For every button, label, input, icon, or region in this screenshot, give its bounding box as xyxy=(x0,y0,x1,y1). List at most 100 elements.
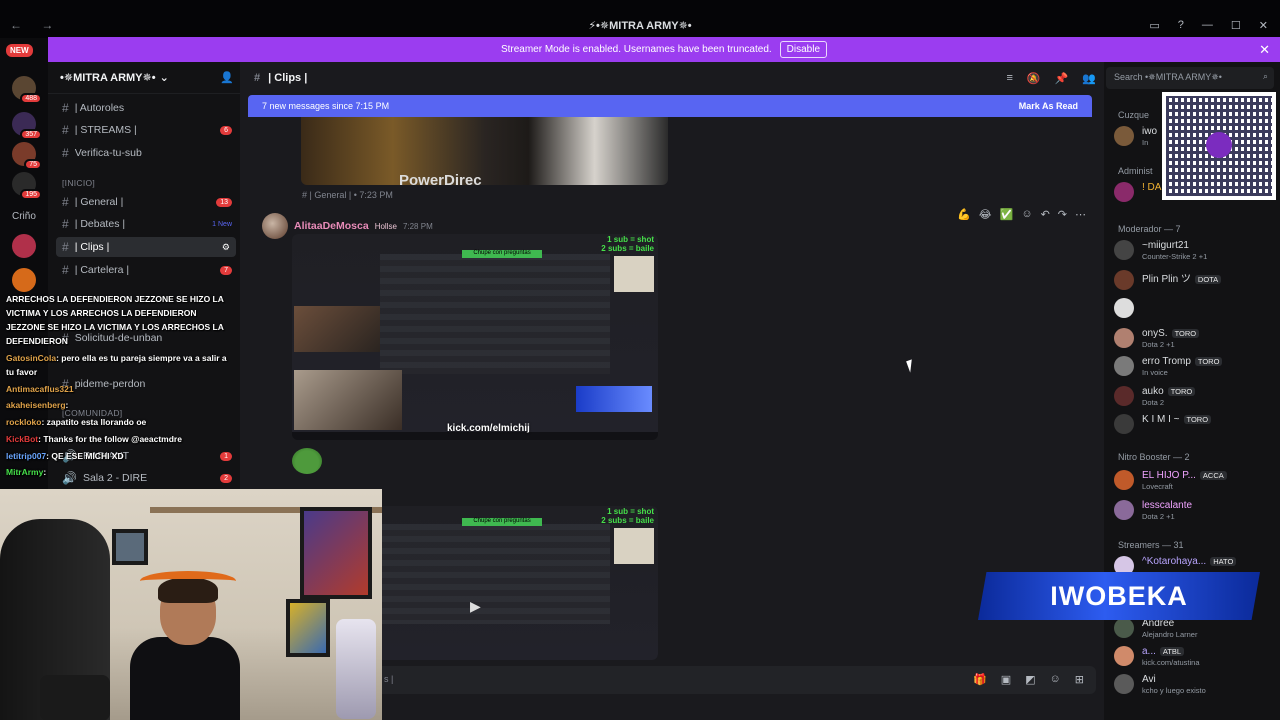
avatar xyxy=(1114,674,1134,694)
hash-icon: # xyxy=(62,240,69,254)
minimize-icon[interactable]: — xyxy=(1202,19,1213,32)
check-reaction-icon[interactable]: ✅ xyxy=(1000,208,1014,221)
sticker-image[interactable] xyxy=(292,448,322,474)
server-icon[interactable] xyxy=(12,234,36,258)
member-name: a... ATBL xyxy=(1142,646,1185,657)
member-name: ! DA xyxy=(1142,182,1162,193)
gear-icon[interactable]: ⚙ xyxy=(222,242,230,253)
member-name: auko TORO xyxy=(1142,386,1196,397)
member-item[interactable]: Avi kcho y luego existo xyxy=(1114,672,1276,696)
reaction-icon[interactable]: 💪 xyxy=(957,208,971,221)
member-item[interactable]: a... ATBL kick.com/atustina xyxy=(1114,644,1276,668)
server-icon[interactable]: 357 xyxy=(12,112,42,140)
reaction-icon[interactable]: 😂 xyxy=(979,208,992,221)
channel-clips[interactable]: # | Clips | ⚙ xyxy=(56,237,236,257)
add-reaction-icon[interactable]: ☺ xyxy=(1021,208,1032,221)
member-tag: ACCA xyxy=(1199,471,1227,480)
member-status: Lovecraft xyxy=(1142,482,1173,491)
gift-icon[interactable]: 🎁 xyxy=(973,673,987,686)
inbox-icon[interactable]: ▭ xyxy=(1149,19,1159,32)
sticker-icon[interactable]: ◩ xyxy=(1025,673,1035,686)
composer-placeholder: s | xyxy=(384,674,394,684)
channel-general[interactable]: # | General | 13 xyxy=(56,192,236,212)
server-icon[interactable]: 75 xyxy=(12,142,42,170)
play-icon[interactable]: ▶ xyxy=(470,598,481,615)
channel-title: | Clips | xyxy=(268,72,308,84)
threads-icon[interactable]: ≡ xyxy=(1006,72,1012,85)
server-icon[interactable] xyxy=(12,268,36,292)
mute-bell-icon[interactable]: 🔕 xyxy=(1027,72,1041,85)
maximize-icon[interactable]: ☐ xyxy=(1231,19,1241,32)
apps-icon[interactable]: ⊞ xyxy=(1075,673,1084,686)
channel-autoroles[interactable]: # | Autoroles xyxy=(56,98,236,118)
server-header[interactable]: •✵MITRA ARMY✵• ⌄ 👤 xyxy=(48,62,240,94)
gif-icon[interactable]: ▣ xyxy=(1001,673,1011,686)
member-group-header: Administ xyxy=(1118,166,1153,176)
avatar xyxy=(1114,240,1134,260)
hash-icon: # xyxy=(62,195,69,209)
member-name: Avi xyxy=(1142,674,1156,685)
unread-count: 7 xyxy=(220,265,232,275)
member-name-text: auko xyxy=(1142,386,1164,397)
close-window-icon[interactable]: ✕ xyxy=(1259,19,1268,32)
member-item[interactable]: auko TORO Dota 2 xyxy=(1114,384,1276,408)
avatar[interactable] xyxy=(262,213,288,239)
search-input[interactable]: Search •✵MITRA ARMY✵• ⌕ xyxy=(1106,67,1274,89)
server-icon[interactable]: 195 xyxy=(12,172,42,200)
unread-count: 6 xyxy=(220,125,232,135)
server-icon[interactable]: 488 xyxy=(12,76,42,104)
channel-debates[interactable]: # | Debates | 1 New xyxy=(56,214,236,234)
channel-verifica[interactable]: # Verifica-tu-sub xyxy=(56,143,236,163)
member-item[interactable]: onyS. TORO Dota 2 +1 xyxy=(1114,326,1276,350)
member-name: Plin Plin ツ DOTA xyxy=(1142,270,1222,285)
disable-streamer-mode-button[interactable]: Disable xyxy=(779,41,828,58)
member-item[interactable]: erro Tromp TORO In voice xyxy=(1114,354,1276,378)
member-status: kick.com/atustina xyxy=(1142,658,1200,667)
video-attachment[interactable]: Chupe con preguntas 1 sub = shot 2 subs … xyxy=(292,234,658,440)
server-label[interactable]: Criño xyxy=(12,211,36,222)
channel-streams[interactable]: # | STREAMS | 6 xyxy=(56,120,236,140)
member-tag: DOTA xyxy=(1194,275,1222,284)
window-controls: ▭ ? — ☐ ✕ xyxy=(1149,19,1268,32)
add-member-icon[interactable]: 👤 xyxy=(220,71,234,84)
video-controls[interactable] xyxy=(292,432,658,440)
close-banner-icon[interactable]: ✕ xyxy=(1259,42,1270,58)
category-inicio[interactable]: [INICIO] xyxy=(62,178,95,188)
hash-icon: # xyxy=(62,217,69,231)
iwobeka-overlay: IWOBEKA xyxy=(978,572,1260,620)
pin-icon[interactable]: 📌 xyxy=(1055,72,1069,85)
overlay-line: DEFENDIERON xyxy=(6,336,68,346)
member-item[interactable]: EL HIJO P... ACCA Lovecraft xyxy=(1114,468,1276,492)
overlay-line: MitrArmy: xyxy=(6,467,46,477)
member-item[interactable]: K I M I ~ TORO xyxy=(1114,412,1276,436)
emoji-icon[interactable]: ☺ xyxy=(1050,673,1061,686)
reply-icon[interactable]: ↶ xyxy=(1041,208,1050,221)
forward-icon[interactable]: ↷ xyxy=(1058,208,1067,221)
avatar xyxy=(1114,500,1134,520)
hash-icon: # xyxy=(254,72,261,84)
channel-cartelera[interactable]: # | Cartelera | 7 xyxy=(56,260,236,280)
overlay-user: Antimacaflus321 xyxy=(6,384,74,394)
attachment-image[interactable]: PowerDirec xyxy=(301,117,668,185)
lava-lamp xyxy=(336,619,376,719)
more-icon[interactable]: ⋯ xyxy=(1075,208,1086,221)
new-messages-bar[interactable]: 7 new messages since 7:15 PM Mark As Rea… xyxy=(248,95,1092,117)
member-item[interactable]: lesscalante Dota 2 +1 xyxy=(1114,498,1276,522)
member-status: Dota 2 xyxy=(1142,398,1165,407)
help-icon[interactable]: ? xyxy=(1178,19,1184,32)
overlay-line: VICTIMA Y LOS ARRECHOS LA DEFENDIERON xyxy=(6,308,197,318)
mark-as-read-button[interactable]: Mark As Read xyxy=(1019,101,1078,111)
thumbnail xyxy=(614,256,654,292)
author-name[interactable]: AlitaaDeMosca xyxy=(294,220,369,232)
member-item[interactable]: Plin Plin ツ DOTA xyxy=(1114,268,1276,292)
stream-panel xyxy=(380,524,610,624)
hash-icon: # xyxy=(62,101,69,115)
member-status: Alejandro Larner xyxy=(1142,630,1198,639)
overlay-line: rockloko: zapatito esta llorando oe xyxy=(6,417,146,427)
member-item[interactable] xyxy=(1114,296,1276,320)
avatar xyxy=(1114,470,1134,490)
members-icon[interactable]: 👥 xyxy=(1082,72,1096,85)
forward-meta[interactable]: # | General | • 7:23 PM xyxy=(302,190,393,200)
stream-panel xyxy=(380,254,610,374)
member-item[interactable]: ~miigurt21 Counter-Strike 2 +1 xyxy=(1114,238,1276,262)
